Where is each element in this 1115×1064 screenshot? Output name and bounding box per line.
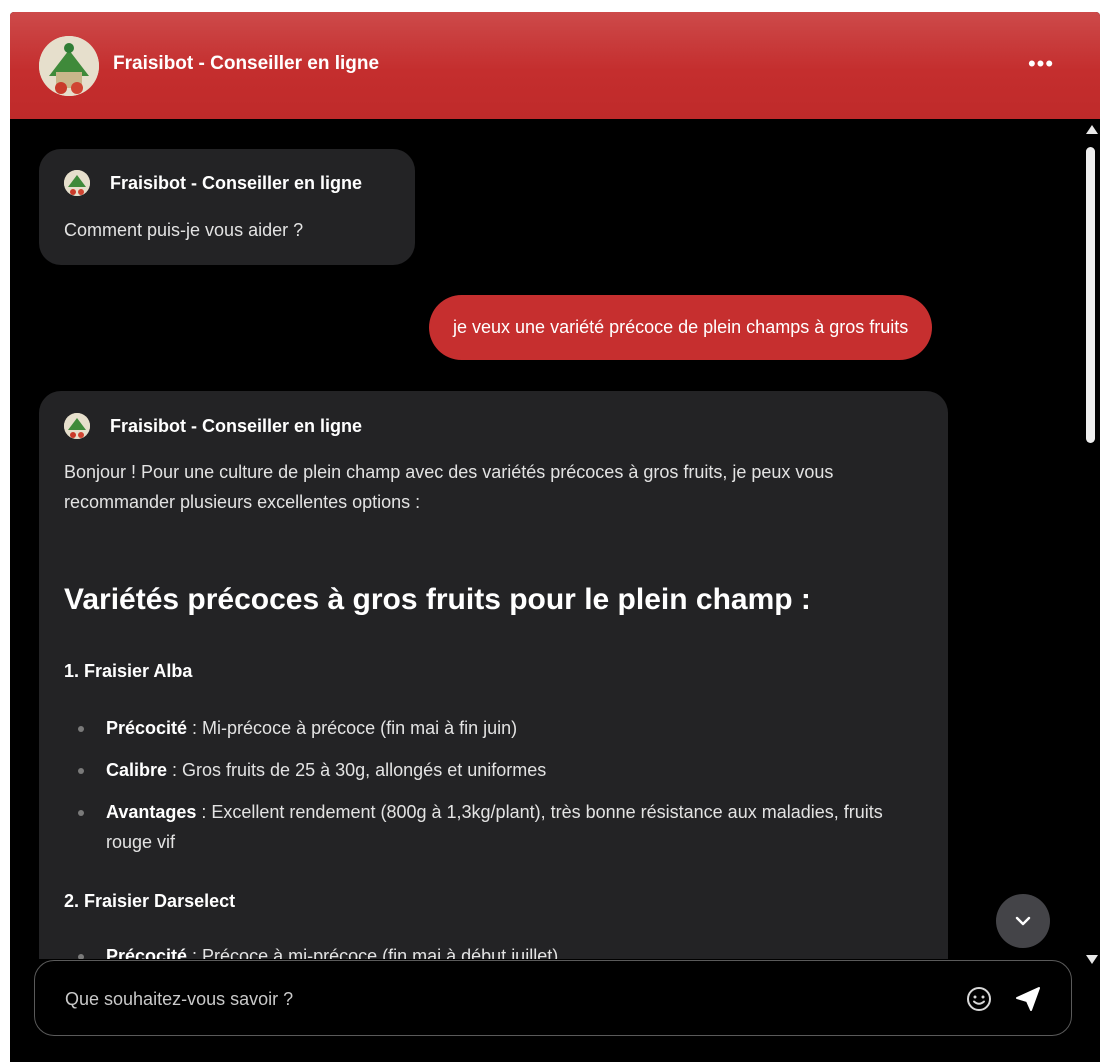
- list-item: Calibre : Gros fruits de 25 à 30g, allon…: [64, 755, 904, 785]
- user-message: je veux une variété précoce de plein cha…: [429, 295, 933, 360]
- answer-heading: Variétés précoces à gros fruits pour le …: [64, 583, 811, 616]
- scroll-to-bottom-button[interactable]: [996, 894, 1050, 948]
- list-item: Précocité : Mi-précoce à précoce (fin ma…: [64, 713, 904, 743]
- list-item: Avantages : Excellent rendement (800g à …: [64, 797, 904, 857]
- bot-avatar: [39, 36, 99, 96]
- bot-avatar-small: [64, 413, 90, 439]
- bot-name: Fraisibot - Conseiller en ligne: [110, 415, 363, 436]
- bot-message-answer: Fraisibot - Conseiller en ligne Bonjour …: [39, 391, 948, 959]
- chat-header: Fraisibot - Conseiller en ligne •••: [10, 12, 1100, 119]
- chevron-down-icon: [1015, 916, 1031, 926]
- more-options-icon[interactable]: •••: [1023, 50, 1059, 78]
- variety-title: 1. Fraisier Alba: [64, 661, 193, 681]
- header-title: Fraisibot - Conseiller en ligne: [113, 53, 380, 74]
- chat-widget: Fraisibot - Conseiller en ligne ••• Frai…: [10, 12, 1100, 1062]
- scroll-up-arrow-icon[interactable]: [1086, 125, 1098, 134]
- message-list: Fraisibot - Conseiller en ligne Comment …: [10, 119, 1082, 959]
- scroll-down-arrow-icon[interactable]: [1086, 955, 1098, 964]
- send-icon[interactable]: [1011, 982, 1045, 1016]
- variety-title: 2. Fraisier Darselect: [64, 891, 236, 911]
- bot-name: Fraisibot - Conseiller en ligne: [110, 172, 363, 193]
- message-input[interactable]: [63, 983, 927, 1015]
- bot-avatar-small: [64, 170, 90, 196]
- bot-message-greeting: Fraisibot - Conseiller en ligne Comment …: [39, 149, 415, 265]
- scrollbar-thumb[interactable]: [1086, 147, 1095, 443]
- user-message-text: je veux une variété précoce de plein cha…: [453, 317, 909, 337]
- variety-details-list: Précocité : Précoce à mi-précoce (fin ma…: [64, 941, 904, 959]
- answer-intro: Bonjour ! Pour une culture de plein cham…: [64, 462, 834, 512]
- message-text: Comment puis-je vous aider ?: [64, 220, 304, 240]
- message-composer: [34, 960, 1072, 1036]
- scrollbar[interactable]: [1082, 119, 1100, 967]
- list-item: Précocité : Précoce à mi-précoce (fin ma…: [64, 941, 904, 959]
- variety-details-list: Précocité : Mi-précoce à précoce (fin ma…: [64, 713, 904, 857]
- emoji-icon[interactable]: [965, 985, 993, 1013]
